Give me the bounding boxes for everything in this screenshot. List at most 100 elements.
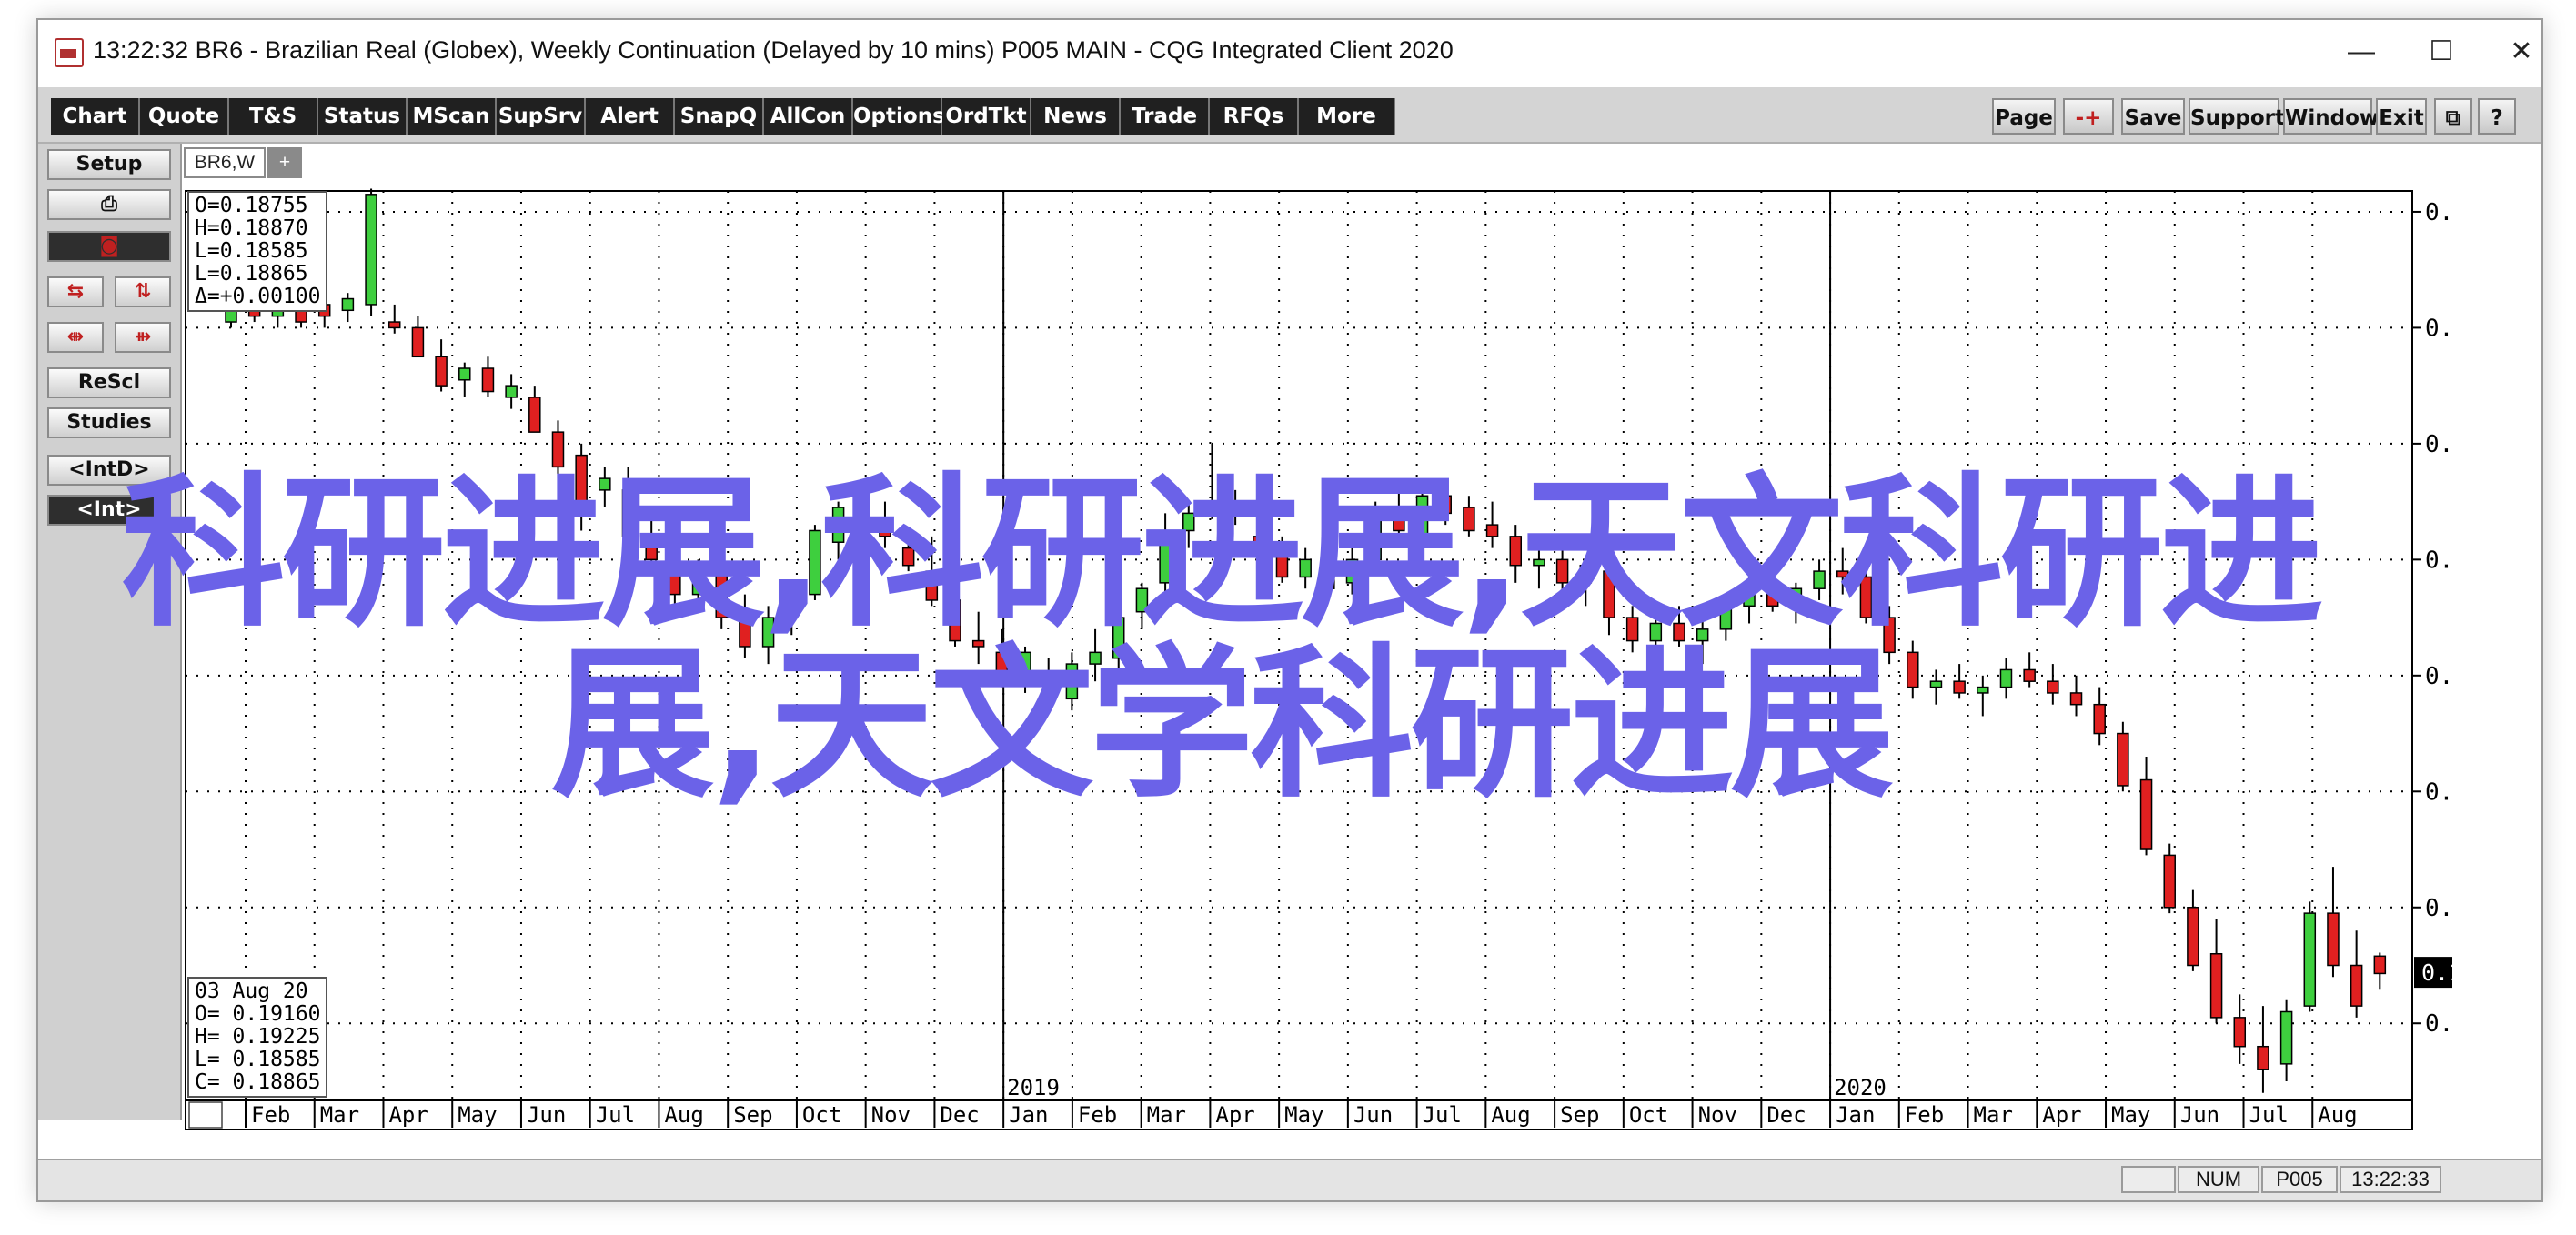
scroll-left-icon[interactable]: ⇆: [47, 276, 104, 307]
month-label: Jul: [2249, 1102, 2289, 1128]
y-tick-label: 0.18000: [2425, 1010, 2452, 1038]
axis-corner-box: [188, 1101, 223, 1129]
zoom-out-icon[interactable]: ⇻: [115, 322, 171, 353]
options-button[interactable]: Options: [853, 98, 945, 135]
status-empty-box: [2121, 1166, 2176, 1193]
setup-button[interactable]: Setup: [47, 149, 171, 180]
month-label: Sep: [733, 1102, 772, 1128]
window-button[interactable]: Window: [2283, 98, 2379, 135]
candle-body: [505, 385, 518, 398]
scroll-right-icon[interactable]: ⇅: [115, 276, 171, 307]
minimize-button[interactable]: —: [2318, 31, 2405, 73]
alert-button[interactable]: Alert: [586, 98, 675, 135]
candle-body: [2163, 854, 2176, 909]
quote-button[interactable]: Quote: [140, 98, 229, 135]
studies-button[interactable]: Studies: [47, 407, 171, 438]
month-label: Nov: [871, 1102, 911, 1128]
candle-body: [387, 321, 401, 329]
more-button[interactable]: More: [1299, 98, 1395, 135]
ohlc-readout-top: O=0.18755 H=0.18870 L=0.18585 L=0.18865 Δ=+0…: [187, 191, 328, 312]
support-button[interactable]: Support: [2189, 98, 2285, 135]
ohlc-last: L=0.18865: [195, 262, 308, 286]
trade-button[interactable]: Trade: [1121, 98, 1210, 135]
supsrv-button[interactable]: SupSrv: [497, 98, 586, 135]
status-button[interactable]: Status: [318, 98, 408, 135]
app-logo-icon: [55, 38, 84, 67]
candle-body: [2257, 1045, 2269, 1070]
watermark-text: 科研进展,科研进展,天文科研进 展,天文学科研进展: [102, 469, 2340, 811]
month-label: May: [1284, 1102, 1323, 1128]
month-label: Mar: [1974, 1102, 2013, 1128]
candle-body: [2187, 907, 2199, 967]
news-button[interactable]: News: [1031, 98, 1121, 135]
mscan-button[interactable]: MScan: [408, 98, 497, 135]
candle-body: [458, 367, 471, 381]
zoom-in-icon[interactable]: ⇼: [47, 322, 104, 353]
month-label: Sep: [1560, 1102, 1599, 1128]
ohlc-high: H=0.18870: [195, 216, 308, 240]
candle-body: [2373, 955, 2387, 975]
year-label: 2020: [1834, 1075, 1887, 1100]
ohlc-change: Δ=+0.00100: [195, 285, 321, 308]
close-button[interactable]: ✕: [2478, 31, 2541, 73]
restore-window-icon[interactable]: ⧉: [2434, 98, 2472, 135]
candle-body: [225, 309, 237, 323]
ohlc-low: L=0.18585: [195, 239, 308, 263]
rfqs-button[interactable]: RFQs: [1210, 98, 1299, 135]
candle-body: [2327, 912, 2340, 967]
month-label: Aug: [2318, 1102, 2357, 1128]
candle-body: [341, 297, 355, 312]
month-label: May: [2111, 1102, 2150, 1128]
rescale-button[interactable]: ReScl: [47, 367, 171, 398]
month-label: Aug: [664, 1102, 703, 1128]
save-button[interactable]: Save: [2121, 98, 2185, 135]
y-tick-label: 0.30000: [2425, 315, 2452, 342]
candle-body: [2279, 1010, 2293, 1065]
month-label: Mar: [320, 1102, 359, 1128]
month-label: Mar: [1147, 1102, 1186, 1128]
watermark-line-2: 展,天文学科研进展: [550, 630, 1894, 820]
zoom-minus-plus-button[interactable]: -+: [2063, 98, 2114, 135]
watermark-line-1: 科研进展,科研进展,天文科研进: [121, 459, 2324, 649]
exit-button[interactable]: Exit: [2376, 98, 2427, 135]
ordtkt-button[interactable]: OrdTkt: [942, 98, 1031, 135]
month-label: Jul: [596, 1102, 635, 1128]
bar-date: 03 Aug 20: [195, 979, 308, 1003]
year-label: 2019: [1007, 1075, 1060, 1100]
ohlc-open: O=0.18755: [195, 194, 308, 217]
month-label: Jan: [1836, 1102, 1875, 1128]
camera-icon[interactable]: ◙: [47, 231, 171, 262]
month-label: Jun: [527, 1102, 566, 1128]
allcon-button[interactable]: AllCon: [764, 98, 853, 135]
y-tick-label: 0.32000: [2425, 199, 2452, 226]
help-button[interactable]: ?: [2478, 98, 2516, 135]
month-label: Apr: [2042, 1102, 2081, 1128]
candle-body: [528, 397, 541, 433]
y-tick-label: 0.24000: [2425, 663, 2452, 690]
candle-body: [2350, 964, 2363, 1007]
title-bar[interactable]: 13:22:32 BR6 - Brazilian Real (Globex), …: [38, 20, 2541, 87]
status-clock: 13:22:33: [2340, 1166, 2441, 1193]
y-tick-label: 0.20000: [2425, 895, 2452, 922]
month-label: Jun: [2180, 1102, 2219, 1128]
month-label: Aug: [1491, 1102, 1530, 1128]
page-button[interactable]: Page: [1992, 98, 2056, 135]
app-window: 13:22:32 BR6 - Brazilian Real (Globex), …: [36, 18, 2543, 1202]
month-label: Apr: [1215, 1102, 1254, 1128]
month-label: Oct: [802, 1102, 841, 1128]
candle-body: [2303, 912, 2317, 1007]
candle-body: [2233, 1017, 2247, 1048]
snapq-button[interactable]: SnapQ: [675, 98, 764, 135]
y-tick-label: 0.22000: [2425, 778, 2452, 806]
month-label: Feb: [251, 1102, 290, 1128]
month-label: Jan: [1009, 1102, 1048, 1128]
month-label: Dec: [1766, 1102, 1806, 1128]
status-bar: NUM P005 13:22:33: [38, 1159, 2541, 1200]
candle-body: [365, 194, 377, 306]
maximize-button[interactable]: ☐: [2398, 31, 2485, 73]
time-and-sales-button[interactable]: T&S: [229, 98, 318, 135]
printer-icon[interactable]: ⎙: [47, 189, 171, 220]
window-title: 13:22:32 BR6 - Brazilian Real (Globex), …: [93, 36, 1454, 64]
candle-body: [411, 326, 425, 358]
chart-button[interactable]: Chart: [51, 98, 140, 135]
